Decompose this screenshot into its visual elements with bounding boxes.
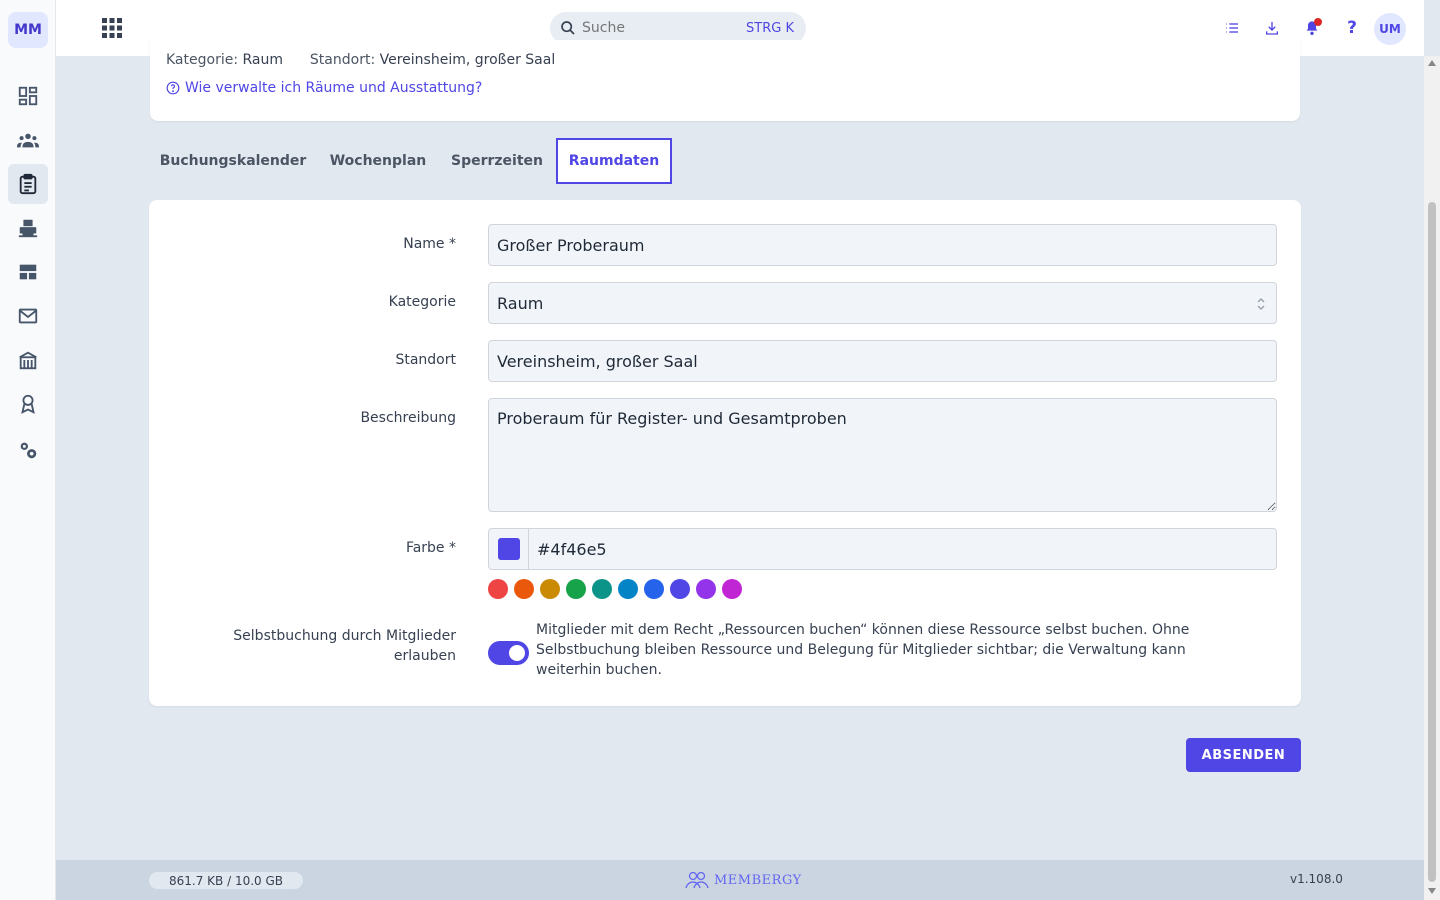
notifications-button[interactable] <box>1300 16 1324 40</box>
award-icon <box>21 394 35 414</box>
sidebar-item-resources[interactable] <box>8 164 48 204</box>
brand-name: MEMBERGY <box>714 872 802 888</box>
brand-logo: MEMBERGY <box>684 870 802 890</box>
farbe-label: Farbe * <box>405 540 456 556</box>
raumdaten-form: Name * Kategorie Raum Standort Beschreib… <box>149 200 1301 706</box>
farbe-field <box>488 528 1277 570</box>
sidebar-item-print[interactable] <box>8 208 48 248</box>
color-option-red[interactable] <box>488 579 508 599</box>
apps-grid-icon[interactable] <box>100 16 124 40</box>
dashboard-icon <box>18 86 38 106</box>
footer: 861.7 KB / 10.0 GB MEMBERGY v1.108.0 <box>56 860 1424 900</box>
app-version: v1.108.0 <box>1290 872 1343 886</box>
resource-header-card: Kategorie: Raum Standort: Vereinsheim, g… <box>150 40 1300 121</box>
help-link[interactable]: Wie verwalte ich Räume und Ausstattung? <box>166 80 482 96</box>
download-button[interactable] <box>1260 16 1284 40</box>
sidebar-item-table[interactable] <box>8 252 48 292</box>
membergy-logo-icon <box>685 871 709 889</box>
notification-dot <box>1314 18 1322 26</box>
color-option-sky[interactable] <box>618 579 638 599</box>
sidebar-item-building[interactable] <box>8 340 48 380</box>
question-icon: ? <box>1347 18 1357 38</box>
beschreibung-field[interactable]: Proberaum für Register- und Gesamtproben <box>488 398 1277 512</box>
selbstbuchung-description: Mitglieder mit dem Recht „Ressourcen buc… <box>536 622 1190 678</box>
resource-meta: Kategorie: Raum Standort: Vereinsheim, g… <box>166 52 555 68</box>
color-option-blue[interactable] <box>644 579 664 599</box>
color-picker-button[interactable] <box>489 529 529 569</box>
name-field[interactable] <box>488 224 1277 266</box>
download-icon <box>1266 22 1278 35</box>
submit-button[interactable]: ABSENDEN <box>1186 738 1301 772</box>
table-icon <box>19 264 37 280</box>
app-logo[interactable]: MM <box>8 12 48 48</box>
standort-meta-value: Vereinsheim, großer Saal <box>379 52 556 68</box>
color-option-fuchsia[interactable] <box>722 579 742 599</box>
user-avatar[interactable]: UM <box>1374 13 1406 45</box>
selbstbuchung-label-line1: Selbstbuchung durch Mitglieder <box>233 628 456 644</box>
members-icon <box>17 133 39 148</box>
sidebar-item-members[interactable] <box>8 120 48 160</box>
list-button[interactable] <box>1220 16 1244 40</box>
search-input[interactable] <box>582 20 732 36</box>
color-option-amber[interactable] <box>540 579 560 599</box>
standort-label: Standort <box>395 352 456 368</box>
tab-wochenplan[interactable]: Wochenplan <box>326 138 430 184</box>
clipboard-icon <box>19 173 37 195</box>
building-icon <box>19 351 37 370</box>
kategorie-meta-value: Raum <box>242 52 284 68</box>
printer-icon <box>18 219 38 238</box>
beschreibung-label: Beschreibung <box>360 410 456 426</box>
sidebar-item-awards[interactable] <box>8 384 48 424</box>
selbstbuchung-label: Selbstbuchung durch Mitglieder erlauben <box>233 626 456 666</box>
storage-usage: 861.7 KB / 10.0 GB <box>149 872 304 889</box>
tab-buchungskalender[interactable]: Buchungskalender <box>160 138 307 184</box>
sidebar: MM <box>0 0 56 900</box>
color-option-orange[interactable] <box>514 579 534 599</box>
selbstbuchung-toggle[interactable] <box>488 641 529 665</box>
sidebar-item-dashboard[interactable] <box>8 76 48 116</box>
color-option-green[interactable] <box>566 579 586 599</box>
standort-field[interactable] <box>488 340 1277 382</box>
farbe-input[interactable] <box>529 539 1229 559</box>
help-button[interactable]: ? <box>1340 16 1364 40</box>
color-palette <box>488 579 748 599</box>
select-arrows-icon <box>1257 297 1265 311</box>
selected-color-swatch <box>497 538 520 560</box>
kategorie-selected-value: Raum <box>497 293 544 313</box>
name-label: Name * <box>403 236 456 252</box>
mail-icon <box>18 308 38 324</box>
search-icon <box>561 21 575 35</box>
color-option-indigo[interactable] <box>670 579 690 599</box>
tab-raumdaten[interactable]: Raumdaten <box>556 138 672 184</box>
tab-sperrzeiten[interactable]: Sperrzeiten <box>448 138 546 184</box>
settings-icon <box>20 442 37 459</box>
sidebar-item-mail[interactable] <box>8 296 48 336</box>
scroll-thumb[interactable] <box>1428 202 1436 882</box>
standort-meta-label: Standort: <box>309 52 376 68</box>
list-icon <box>1226 23 1238 33</box>
color-option-teal[interactable] <box>592 579 612 599</box>
search-shortcut: STRG K <box>746 20 794 36</box>
page-scrollbar[interactable] <box>1424 56 1440 900</box>
scroll-up-icon[interactable] <box>1428 60 1436 66</box>
selbstbuchung-label-line2: erlauben <box>393 648 456 664</box>
color-option-purple[interactable] <box>696 579 716 599</box>
sidebar-item-settings[interactable] <box>8 430 48 470</box>
help-link-text: Wie verwalte ich Räume und Ausstattung? <box>185 80 483 96</box>
kategorie-select[interactable]: Raum <box>488 282 1277 324</box>
scroll-down-icon[interactable] <box>1428 888 1436 894</box>
kategorie-meta-label: Kategorie: <box>166 52 239 68</box>
kategorie-label: Kategorie <box>388 294 456 310</box>
help-circle-icon <box>166 81 180 95</box>
